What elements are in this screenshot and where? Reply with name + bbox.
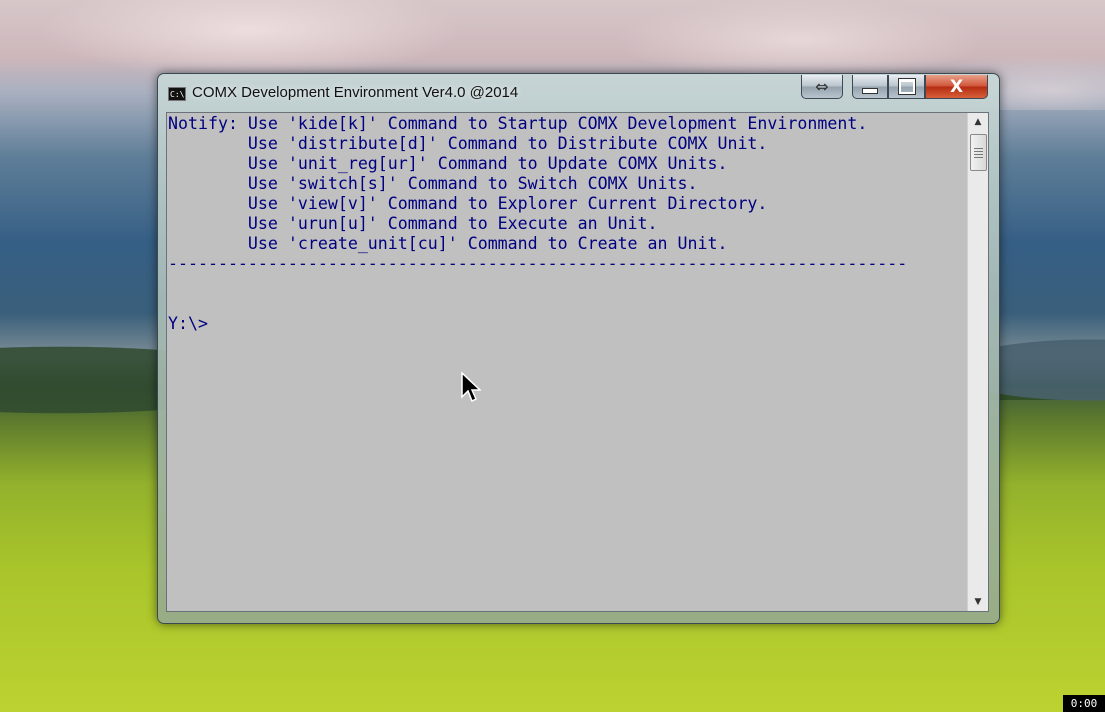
thumb-grip-line: [974, 154, 983, 155]
scroll-up-arrow[interactable]: ▲: [968, 113, 988, 131]
resize-button[interactable]: ⇔: [801, 75, 843, 99]
title-bar[interactable]: C:\ COMX Development Environment Ver4.0 …: [158, 74, 999, 110]
scroll-down-arrow[interactable]: ▼: [968, 593, 988, 611]
maximize-icon: [897, 78, 916, 95]
resize-arrows-icon: ⇔: [815, 77, 829, 96]
console-line: Use 'view[v]' Command to Explorer Curren…: [168, 194, 768, 213]
scrollbar-thumb[interactable]: [970, 134, 987, 171]
close-icon: X: [949, 76, 964, 97]
console-window[interactable]: C:\ COMX Development Environment Ver4.0 …: [157, 73, 1000, 624]
console-output[interactable]: Notify: Use 'kide[k]' Command to Startup…: [168, 114, 968, 610]
thumb-grip-line: [974, 148, 983, 149]
thumb-grip-line: [974, 151, 983, 152]
console-icon[interactable]: C:\: [168, 87, 186, 101]
console-line: Use 'unit_reg[ur]' Command to Update COM…: [168, 154, 728, 173]
timer-badge: 0:00: [1063, 695, 1105, 712]
vertical-scrollbar[interactable]: ▲ ▼: [967, 113, 988, 611]
mouse-pointer-icon: [461, 372, 481, 403]
minimize-icon: [862, 88, 878, 94]
thumb-grip-line: [974, 157, 983, 158]
minimize-button[interactable]: [852, 75, 888, 99]
console-line: Use 'urun[u]' Command to Execute an Unit…: [168, 214, 658, 233]
console-line: Notify: Use 'kide[k]' Command to Startup…: [168, 114, 868, 133]
desktop-background: C:\ COMX Development Environment Ver4.0 …: [0, 0, 1105, 712]
console-client-area[interactable]: Notify: Use 'kide[k]' Command to Startup…: [166, 112, 989, 612]
console-line: Use 'create_unit[cu]' Command to Create …: [168, 234, 728, 253]
maximize-button[interactable]: [888, 75, 925, 99]
close-button[interactable]: X: [925, 75, 988, 99]
console-line: Use 'switch[s]' Command to Switch COMX U…: [168, 174, 698, 193]
window-title: COMX Development Environment Ver4.0 @201…: [192, 84, 519, 101]
console-line: ----------------------------------------…: [168, 254, 908, 273]
console-line: Use 'distribute[d]' Command to Distribut…: [168, 134, 768, 153]
console-line: Y:\>: [168, 314, 208, 333]
